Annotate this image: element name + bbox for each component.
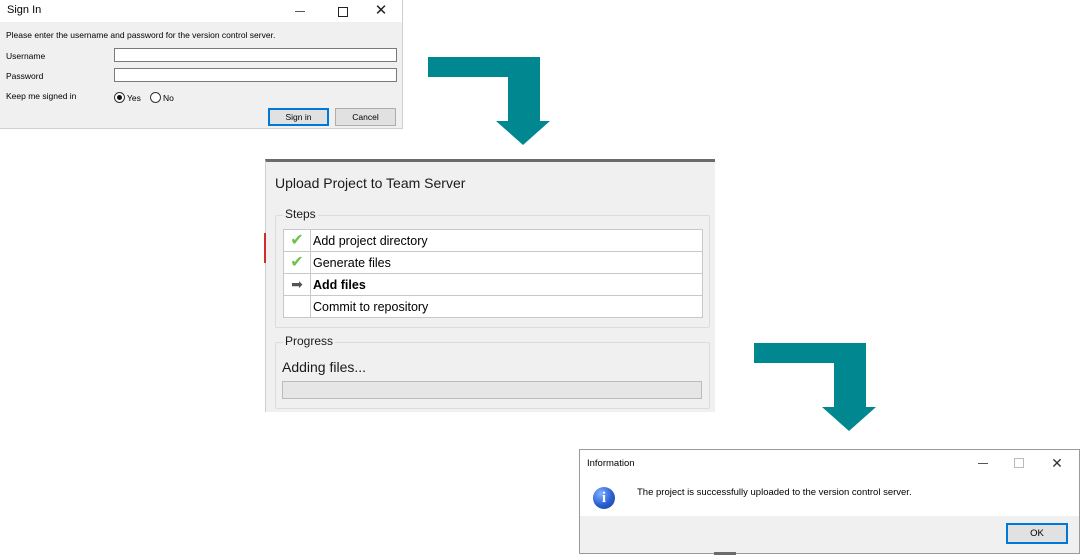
check-icon: ✔	[290, 232, 304, 249]
step-row: ✔ Add project directory	[283, 229, 703, 252]
step-label: Add project directory	[310, 229, 703, 252]
minimize-icon[interactable]	[283, 1, 317, 21]
step-row: ➡ Add files	[283, 273, 703, 296]
flow-arrow-1	[428, 57, 550, 145]
keep-signed-in-label: Keep me signed in	[6, 91, 77, 101]
signin-titlebar: Sign In ✕	[0, 0, 402, 22]
maximize-icon[interactable]	[326, 1, 360, 21]
username-field[interactable]	[114, 48, 397, 62]
step-label: Add files	[310, 273, 703, 296]
progress-status-text: Adding files...	[282, 359, 367, 375]
upload-title: Upload Project to Team Server	[275, 175, 466, 191]
info-footer	[580, 516, 1079, 553]
username-label: Username	[6, 51, 46, 61]
step-row: ✔ Generate files	[283, 251, 703, 274]
signin-button[interactable]: Sign in	[268, 108, 329, 126]
progress-label: Progress	[283, 334, 336, 348]
radio-yes[interactable]	[114, 92, 125, 104]
signin-title: Sign In	[7, 4, 42, 16]
side-marker	[264, 233, 266, 263]
arrow-right-icon: ➡	[291, 276, 303, 292]
ok-button[interactable]: OK	[1006, 523, 1068, 544]
keep-no-option[interactable]: No	[150, 89, 174, 107]
keep-yes-option[interactable]: Yes	[114, 89, 141, 107]
steps-list: ✔ Add project directory ✔ Generate files…	[283, 229, 703, 318]
maximize-icon	[1002, 453, 1036, 473]
password-field[interactable]	[114, 68, 397, 82]
radio-no-label: No	[163, 92, 174, 103]
step-row: Commit to repository	[283, 295, 703, 318]
info-icon: i	[593, 487, 615, 509]
info-title: Information	[587, 458, 635, 469]
steps-label: Steps	[283, 207, 318, 221]
upload-project-panel: Upload Project to Team Server Steps ✔ Ad…	[264, 159, 715, 412]
close-icon[interactable]: ✕	[1040, 453, 1074, 473]
information-dialog: Information ✕ i The project is successfu…	[579, 449, 1080, 555]
close-icon[interactable]: ✕	[364, 1, 398, 21]
progress-bar	[282, 381, 702, 399]
signin-instruction: Please enter the username and password f…	[6, 30, 276, 40]
radio-yes-label: Yes	[127, 92, 141, 103]
step-label: Generate files	[310, 251, 703, 274]
radio-no[interactable]	[150, 92, 161, 104]
signin-dialog: Sign In ✕ Please enter the username and …	[0, 0, 403, 129]
info-message: The project is successfully uploaded to …	[637, 487, 912, 498]
password-label: Password	[6, 71, 44, 81]
check-icon: ✔	[290, 254, 304, 271]
step-label: Commit to repository	[310, 295, 703, 318]
flow-arrow-2	[754, 343, 876, 431]
cancel-button[interactable]: Cancel	[335, 108, 396, 126]
minimize-icon[interactable]	[966, 453, 1000, 473]
